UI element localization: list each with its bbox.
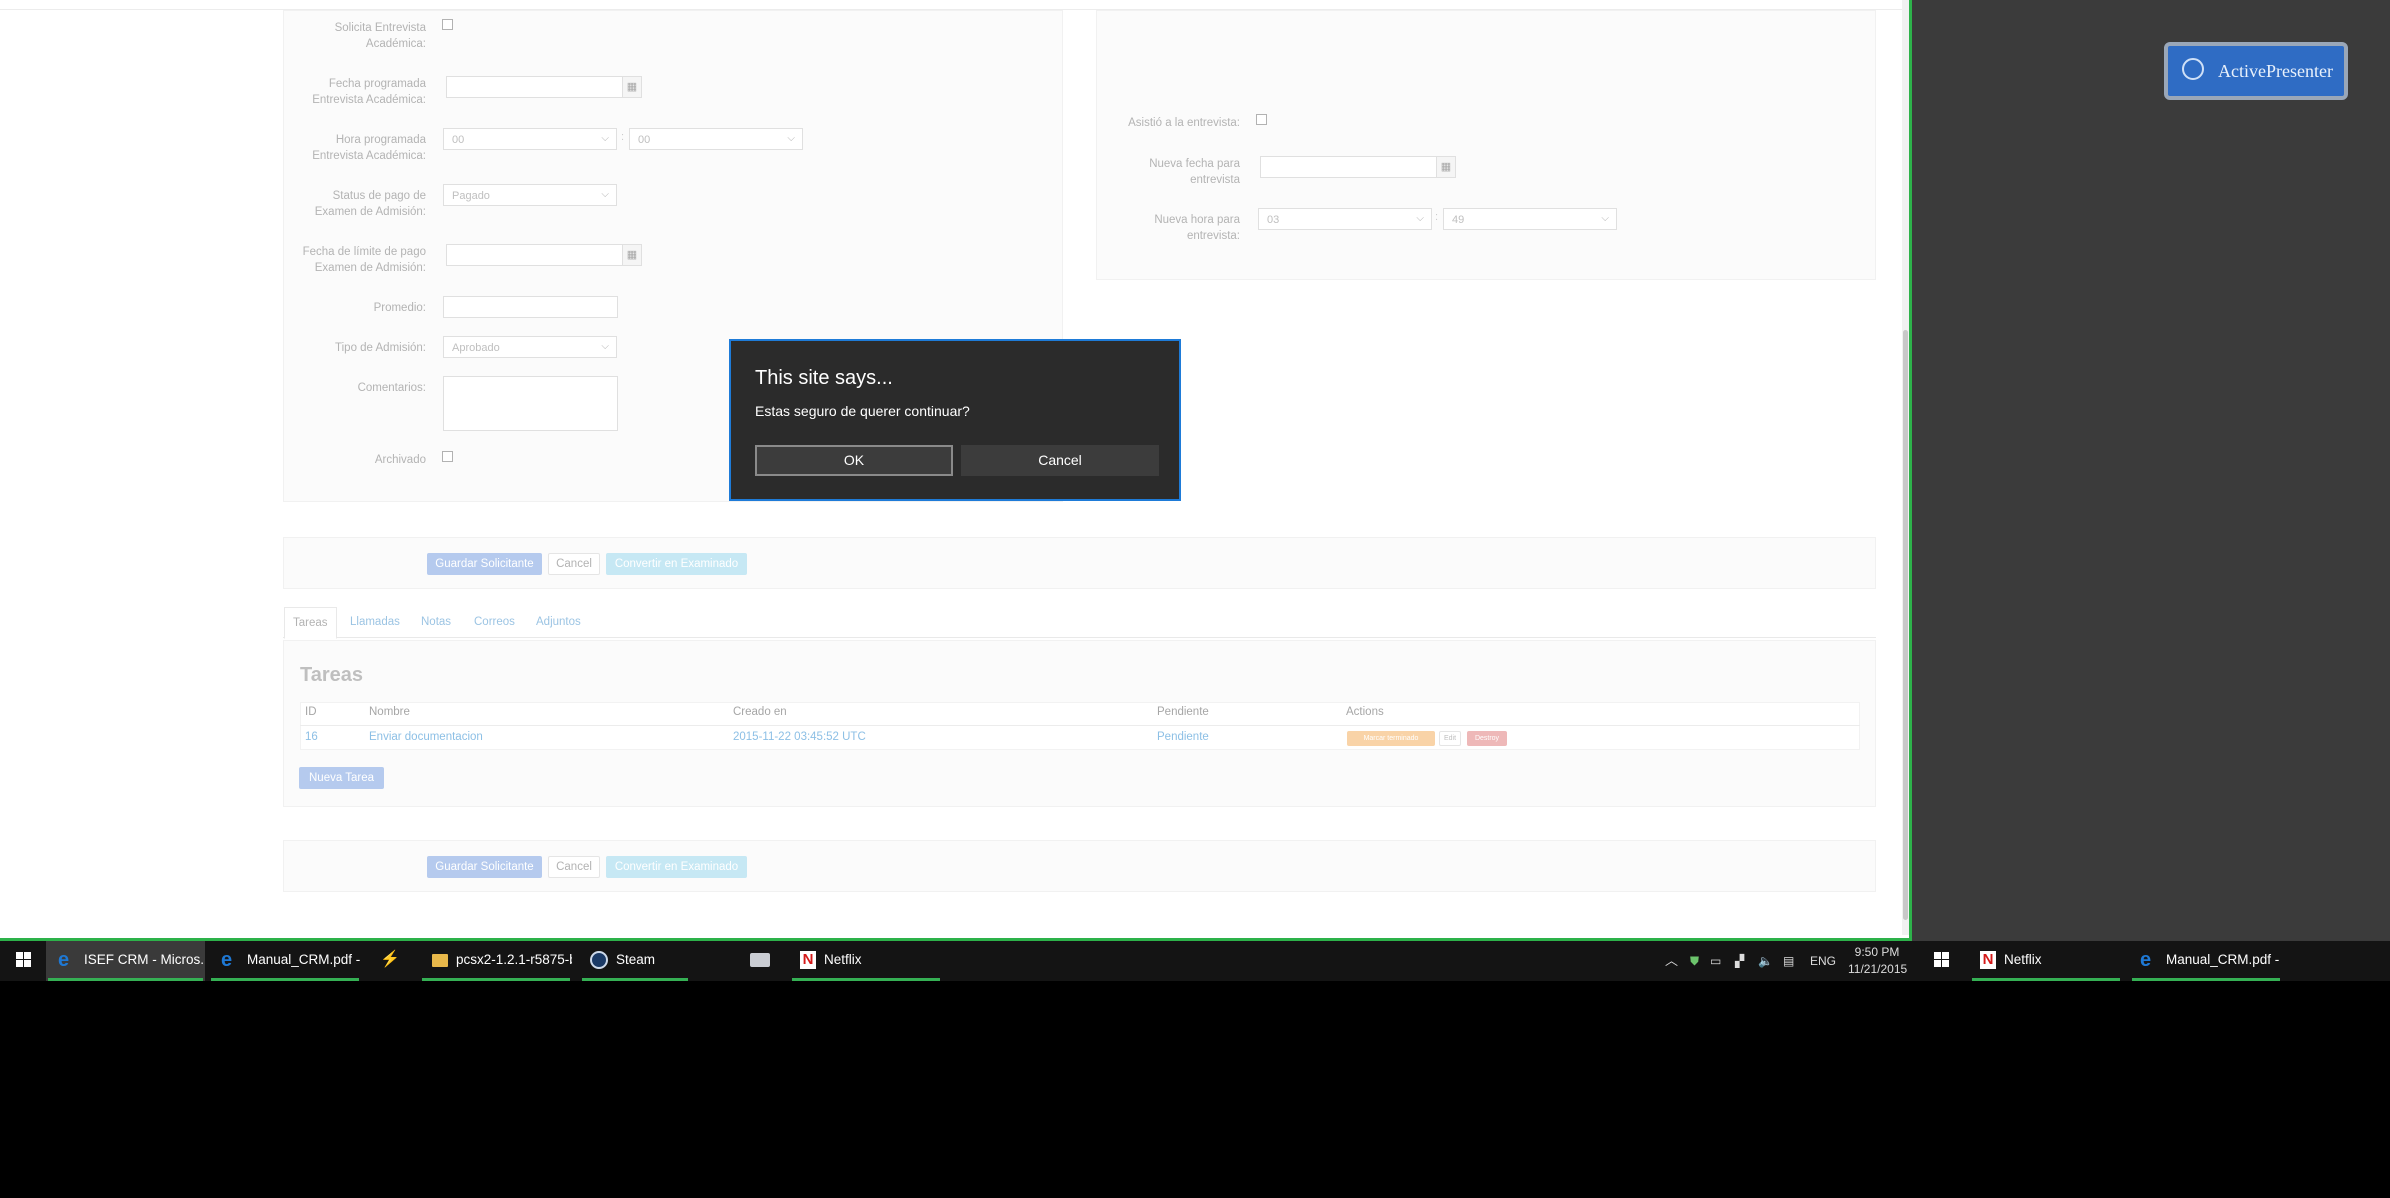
start-button[interactable] bbox=[8, 941, 40, 981]
taskbar-item-label: Netflix bbox=[824, 952, 862, 967]
taskbar-item-steam[interactable]: Steam bbox=[580, 941, 690, 981]
windows-icon bbox=[1934, 952, 1950, 968]
taskbar-item-netflix-secondary[interactable]: N Netflix bbox=[1970, 941, 2122, 981]
winrar-icon: ⚡ bbox=[380, 951, 400, 969]
shield-icon[interactable]: ⛊ bbox=[1690, 941, 1699, 981]
taskbar-item-netflix[interactable]: N Netflix bbox=[790, 941, 942, 981]
ok-button[interactable]: OK bbox=[755, 445, 953, 476]
taskbar-item-label: Manual_CRM.pdf - ... bbox=[247, 952, 361, 967]
scrollbar-thumb[interactable] bbox=[1903, 330, 1908, 920]
show-hidden-icons-chevron-icon[interactable]: ︿ bbox=[1665, 941, 1678, 981]
windows-icon bbox=[16, 952, 32, 968]
activepresenter-badge[interactable]: ActivePresenter bbox=[2164, 42, 2348, 100]
taskbar-item-printer[interactable] bbox=[740, 941, 780, 981]
page-content: Solicita Entrevista Académica: Fecha pro… bbox=[0, 0, 1902, 938]
clock-date: 11/21/2015 bbox=[1848, 962, 1908, 976]
taskbar-item-isef-crm[interactable]: e ISEF CRM - Micros... bbox=[46, 941, 205, 981]
folder-icon bbox=[432, 953, 448, 967]
message-icon[interactable]: ▤ bbox=[1783, 941, 1794, 981]
edge-icon: e bbox=[58, 949, 70, 972]
language-indicator[interactable]: ENG bbox=[1810, 941, 1836, 981]
printer-icon bbox=[750, 953, 770, 968]
taskbar-item-label: Manual_CRM.pdf - ... bbox=[2166, 952, 2282, 967]
start-button-secondary[interactable] bbox=[1922, 941, 1962, 981]
taskbar-item-label: Netflix bbox=[2004, 952, 2042, 967]
network-icon[interactable]: ▞ bbox=[1735, 941, 1744, 981]
clock-time: 9:50 PM bbox=[1854, 945, 1900, 959]
activepresenter-label: ActivePresenter bbox=[2218, 61, 2333, 81]
taskbar-item-pcsx2-folder[interactable]: pcsx2-1.2.1-r5875-b... bbox=[420, 941, 572, 981]
taskbar-item-label: pcsx2-1.2.1-r5875-b... bbox=[456, 952, 572, 967]
dialog-title: This site says... bbox=[755, 367, 893, 389]
dialog-message: Estas seguro de querer continuar? bbox=[755, 403, 970, 419]
edge-icon: e bbox=[221, 949, 233, 972]
taskbar-item-winrar[interactable]: ⚡ bbox=[366, 941, 418, 981]
clock[interactable]: 9:50 PM 11/21/2015 bbox=[1848, 944, 1908, 978]
taskbar: e ISEF CRM - Micros... e Manual_CRM.pdf - … bbox=[0, 941, 2390, 981]
desktop-empty-area bbox=[0, 981, 2390, 1198]
dialog-cancel-button[interactable]: Cancel bbox=[961, 445, 1159, 476]
edge-icon: e bbox=[2140, 949, 2152, 972]
steam-icon bbox=[590, 951, 608, 970]
taskbar-item-label: ISEF CRM - Micros... bbox=[84, 952, 205, 967]
netflix-icon: N bbox=[800, 951, 816, 970]
confirm-dialog: This site says... Estas seguro de querer… bbox=[729, 339, 1181, 501]
taskbar-item-manual-crm-secondary[interactable]: e Manual_CRM.pdf - ... bbox=[2130, 941, 2282, 981]
volume-icon[interactable]: 🔈 bbox=[1758, 941, 1773, 981]
secondary-desktop: ActivePresenter bbox=[1912, 0, 2390, 941]
activepresenter-icon bbox=[2182, 58, 2204, 80]
browser-window: Solicita Entrevista Académica: Fecha pro… bbox=[0, 0, 1912, 941]
taskbar-item-label: Steam bbox=[616, 952, 656, 967]
netflix-icon: N bbox=[1980, 951, 1996, 970]
battery-icon[interactable]: ▭ bbox=[1710, 941, 1721, 981]
taskbar-item-manual-crm[interactable]: e Manual_CRM.pdf - ... bbox=[209, 941, 361, 981]
